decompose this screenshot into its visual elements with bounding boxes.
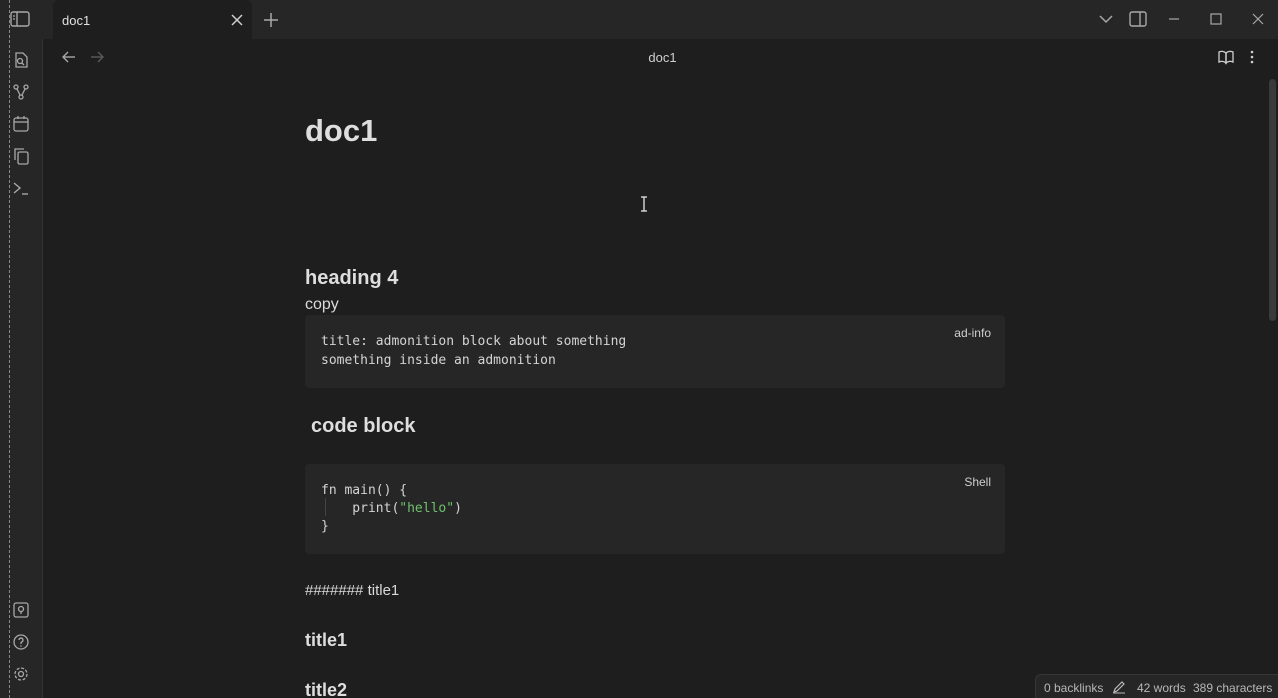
close-window-icon[interactable] [1250, 11, 1266, 27]
calendar-icon[interactable] [12, 115, 30, 133]
graph-icon[interactable] [12, 83, 30, 101]
paragraph: copy [305, 296, 339, 313]
heading-title1: title1 [305, 630, 348, 650]
status-bar: 0 backlinks 42 words 389 characters [1035, 674, 1278, 698]
maximize-icon[interactable] [1208, 11, 1224, 27]
admonition-code-block[interactable]: ad-info title: admonition block about so… [305, 315, 1005, 388]
heading-4: heading 4 [305, 267, 399, 289]
backlinks-count[interactable]: 0 backlinks [1044, 681, 1103, 695]
vault-icon[interactable] [12, 601, 30, 619]
word-count: 42 words [1137, 681, 1186, 695]
heading-code-block: code block [311, 415, 416, 437]
code-line: print("hello") [321, 501, 462, 516]
copy-icon[interactable] [12, 147, 30, 165]
plus-icon[interactable] [263, 12, 279, 28]
text-cursor-icon [641, 196, 647, 212]
switcher-icon[interactable] [12, 51, 30, 69]
code-line: something inside an admonition [321, 353, 556, 368]
right-sidebar-toggle-icon[interactable] [1129, 11, 1147, 27]
help-icon[interactable] [12, 633, 30, 651]
shell-code-block[interactable]: Shell fn main() { print("hello") } [305, 464, 1005, 554]
more-options-icon[interactable] [1244, 49, 1260, 65]
hash-paragraph: ####### title1 [305, 582, 400, 599]
code-line: fn main() { [321, 483, 408, 498]
heading-title2: title2 [305, 680, 348, 698]
ribbon-divider [9, 0, 10, 698]
left-ribbon [0, 0, 43, 698]
close-icon[interactable] [230, 13, 244, 27]
title-bar: doc1 [0, 0, 1278, 40]
minimize-icon[interactable] [1166, 11, 1182, 27]
tab-title: doc1 [62, 13, 91, 28]
code-line: } [321, 519, 329, 534]
character-count: 389 characters [1193, 681, 1273, 695]
document-title: doc1 [305, 113, 378, 148]
view-header: doc1 [43, 39, 1278, 75]
pencil-icon[interactable] [1112, 680, 1126, 694]
book-open-icon[interactable] [1218, 49, 1234, 65]
scrollbar-thumb[interactable] [1269, 79, 1276, 321]
code-line: title: admonition block about something [321, 334, 627, 349]
tab-doc1[interactable]: doc1 [53, 0, 252, 40]
terminal-icon[interactable] [12, 179, 30, 197]
chevron-down-icon[interactable] [1098, 11, 1114, 27]
code-language-label: Shell [964, 475, 991, 489]
view-title[interactable]: doc1 [43, 50, 1278, 65]
gear-icon[interactable] [12, 665, 30, 683]
code-language-label: ad-info [954, 326, 991, 340]
sidebar-toggle-icon[interactable] [9, 10, 31, 28]
